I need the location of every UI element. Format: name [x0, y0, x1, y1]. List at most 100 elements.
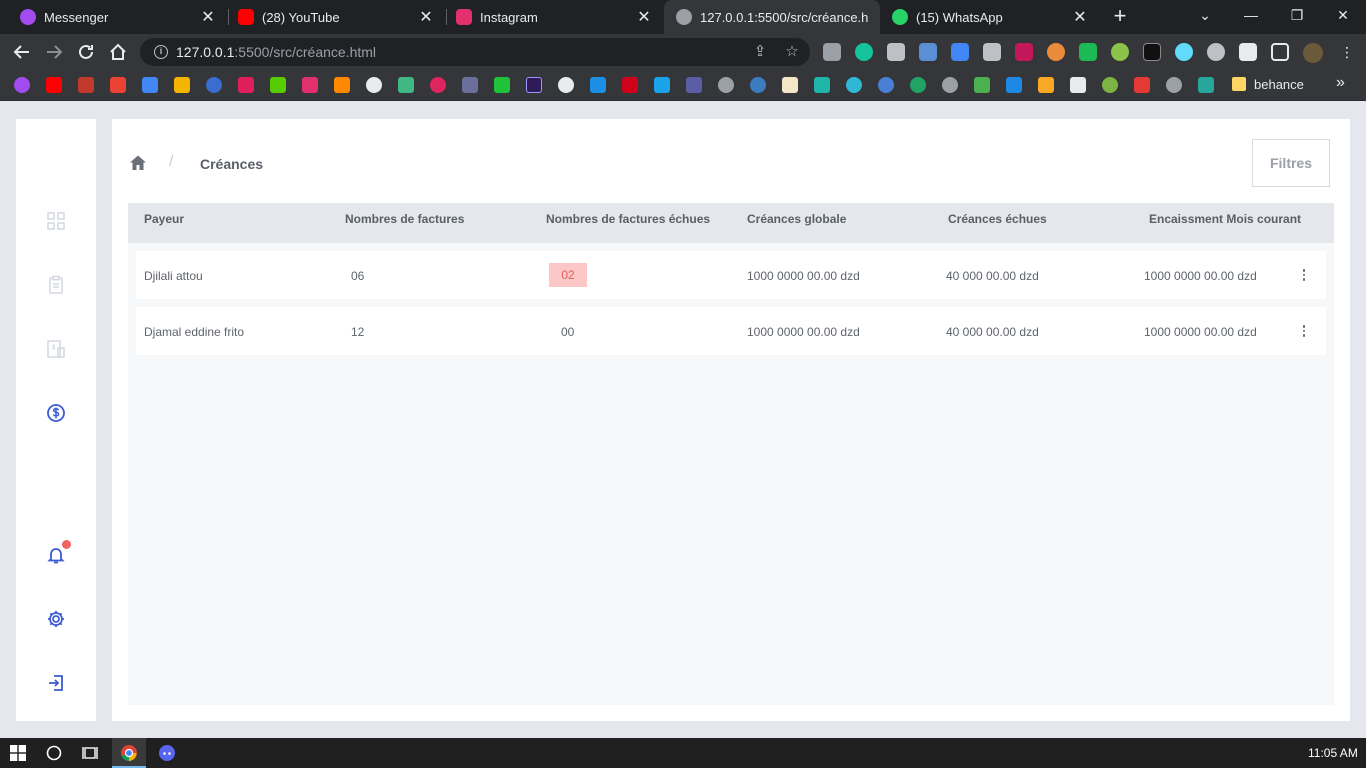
row-menu-icon[interactable]	[1300, 323, 1308, 339]
bookmark-slack-icon[interactable]	[238, 77, 254, 93]
react-icon[interactable]	[1175, 43, 1193, 61]
menu-icon[interactable]: ⋮	[1340, 43, 1354, 61]
table-row[interactable]: Djamal eddine frito 12 00 1000 0000 00.0…	[136, 307, 1326, 355]
tab-youtube[interactable]: (28) YouTube ✕	[218, 0, 446, 34]
tab-whatsapp[interactable]: (15) WhatsApp ✕	[880, 0, 1100, 34]
bookmark-icon[interactable]	[526, 77, 542, 93]
info-icon[interactable]: i	[154, 45, 168, 59]
bookmark-icon[interactable]	[814, 77, 830, 93]
column-header[interactable]: Nombres de factures échues	[546, 212, 710, 226]
bookmark-icon[interactable]	[1134, 77, 1150, 93]
close-icon[interactable]: ✕	[200, 7, 216, 27]
bookmark-icon[interactable]	[558, 77, 574, 93]
sidebar-item-creances[interactable]	[46, 403, 66, 423]
extension-icon[interactable]	[1015, 43, 1033, 61]
taskbar-clock[interactable]: 11:05 AM	[1308, 746, 1358, 760]
search-icon[interactable]	[44, 743, 64, 763]
bookmark-icon[interactable]	[462, 77, 478, 93]
puzzle-icon[interactable]	[1239, 43, 1257, 61]
grammarly-icon[interactable]	[855, 43, 873, 61]
chrome-icon[interactable]	[119, 743, 139, 763]
bookmark-globe-icon[interactable]	[718, 77, 734, 93]
bookmark-duolingo-icon[interactable]	[270, 77, 286, 93]
close-window-button[interactable]: ✕	[1320, 0, 1366, 30]
extension-icon[interactable]	[919, 43, 937, 61]
minimize-button[interactable]: —	[1228, 0, 1274, 30]
bookmark-icon[interactable]	[750, 77, 766, 93]
sidebar-item-settings[interactable]	[46, 609, 66, 629]
chevron-more-icon[interactable]: »	[1336, 74, 1345, 92]
task-view-icon[interactable]	[80, 743, 100, 763]
bookmark-globe-icon[interactable]	[942, 77, 958, 93]
star-icon[interactable]: ☆	[784, 44, 800, 60]
extension-icon[interactable]	[1111, 43, 1129, 61]
close-icon[interactable]: ✕	[1072, 7, 1088, 27]
bookmark-icon[interactable]	[782, 77, 798, 93]
bookmark-globe-icon[interactable]	[1166, 77, 1182, 93]
extension-icon[interactable]	[887, 43, 905, 61]
bookmark-icon[interactable]	[398, 77, 414, 93]
column-header[interactable]: Créances globale	[747, 212, 846, 226]
windows-start-icon[interactable]	[8, 743, 28, 763]
back-button[interactable]	[10, 40, 34, 64]
bookmark-icon[interactable]	[1038, 77, 1054, 93]
breadcrumb-home-icon[interactable]	[129, 154, 147, 172]
sidebar-item-logout[interactable]	[46, 673, 66, 693]
share-icon[interactable]: ⇪	[752, 44, 768, 60]
bookmark-download-icon[interactable]	[1006, 77, 1022, 93]
bookmark-icon[interactable]	[174, 77, 190, 93]
bookmark-icon[interactable]	[622, 77, 638, 93]
bookmark-icon[interactable]	[1070, 77, 1086, 93]
home-button[interactable]	[106, 40, 130, 64]
forward-button[interactable]	[42, 40, 66, 64]
bookmark-instagram-icon[interactable]	[302, 77, 318, 93]
tab-instagram[interactable]: Instagram ✕	[436, 0, 664, 34]
bookmark-youtube-icon[interactable]	[46, 77, 62, 93]
bookmark-icon[interactable]	[1102, 77, 1118, 93]
sidebar-item-invoices[interactable]	[46, 339, 66, 359]
bookmark-icon[interactable]	[878, 77, 894, 93]
shield-icon[interactable]	[1079, 43, 1097, 61]
bookmark-icon[interactable]	[334, 77, 350, 93]
reload-button[interactable]	[74, 40, 98, 64]
bookmark-icon[interactable]	[654, 77, 670, 93]
bookmark-icon[interactable]	[206, 77, 222, 93]
translate-icon[interactable]	[951, 43, 969, 61]
avatar[interactable]	[1303, 43, 1323, 63]
column-header[interactable]: Créances échues	[948, 212, 1047, 226]
bookmark-icon[interactable]	[494, 77, 510, 93]
address-bar[interactable]: i 127.0.0.1:5500/src/créance.html	[140, 38, 810, 66]
sidebar-item-dashboard[interactable]	[46, 211, 66, 231]
folder-icon[interactable]	[1232, 77, 1246, 91]
bookmark-github-icon[interactable]	[366, 77, 382, 93]
extension-icon[interactable]	[1047, 43, 1065, 61]
filter-button[interactable]: Filtres	[1252, 139, 1330, 187]
column-header[interactable]: Encaissment Mois courant	[1149, 212, 1301, 226]
bookmark-translate-icon[interactable]	[142, 77, 158, 93]
bookmark-icon[interactable]	[686, 77, 702, 93]
bookmark-icon[interactable]	[846, 77, 862, 93]
column-header[interactable]: Nombres de factures	[345, 212, 464, 226]
tab-search-chevron-icon[interactable]: ⌄	[1182, 0, 1228, 30]
bookmark-icon[interactable]	[590, 77, 606, 93]
table-row[interactable]: Djilali attou 06 02 1000 0000 00.00 dzd …	[136, 251, 1326, 299]
column-header[interactable]: Payeur	[144, 212, 184, 226]
extension-icon[interactable]	[983, 43, 1001, 61]
bookmark-folder-label[interactable]: behance	[1254, 77, 1304, 92]
sidebar-item-clipboard[interactable]	[46, 275, 66, 295]
bookmark-icon[interactable]	[78, 77, 94, 93]
extension-icon[interactable]	[1207, 43, 1225, 61]
sidepanel-icon[interactable]	[1271, 43, 1289, 61]
row-menu-icon[interactable]	[1300, 267, 1308, 283]
close-icon[interactable]: ✕	[418, 7, 434, 27]
bookmark-gmail-icon[interactable]	[110, 77, 126, 93]
bookmark-icon[interactable]	[1198, 77, 1214, 93]
restore-button[interactable]: ❐	[1274, 0, 1320, 30]
bookmark-icon[interactable]	[910, 77, 926, 93]
discord-icon[interactable]	[157, 743, 177, 763]
extension-icon[interactable]	[823, 43, 841, 61]
close-icon[interactable]: ✕	[636, 7, 652, 27]
extension-icon[interactable]	[1143, 43, 1161, 61]
bookmark-messenger-icon[interactable]	[14, 77, 30, 93]
new-tab-button[interactable]: +	[1108, 5, 1132, 29]
